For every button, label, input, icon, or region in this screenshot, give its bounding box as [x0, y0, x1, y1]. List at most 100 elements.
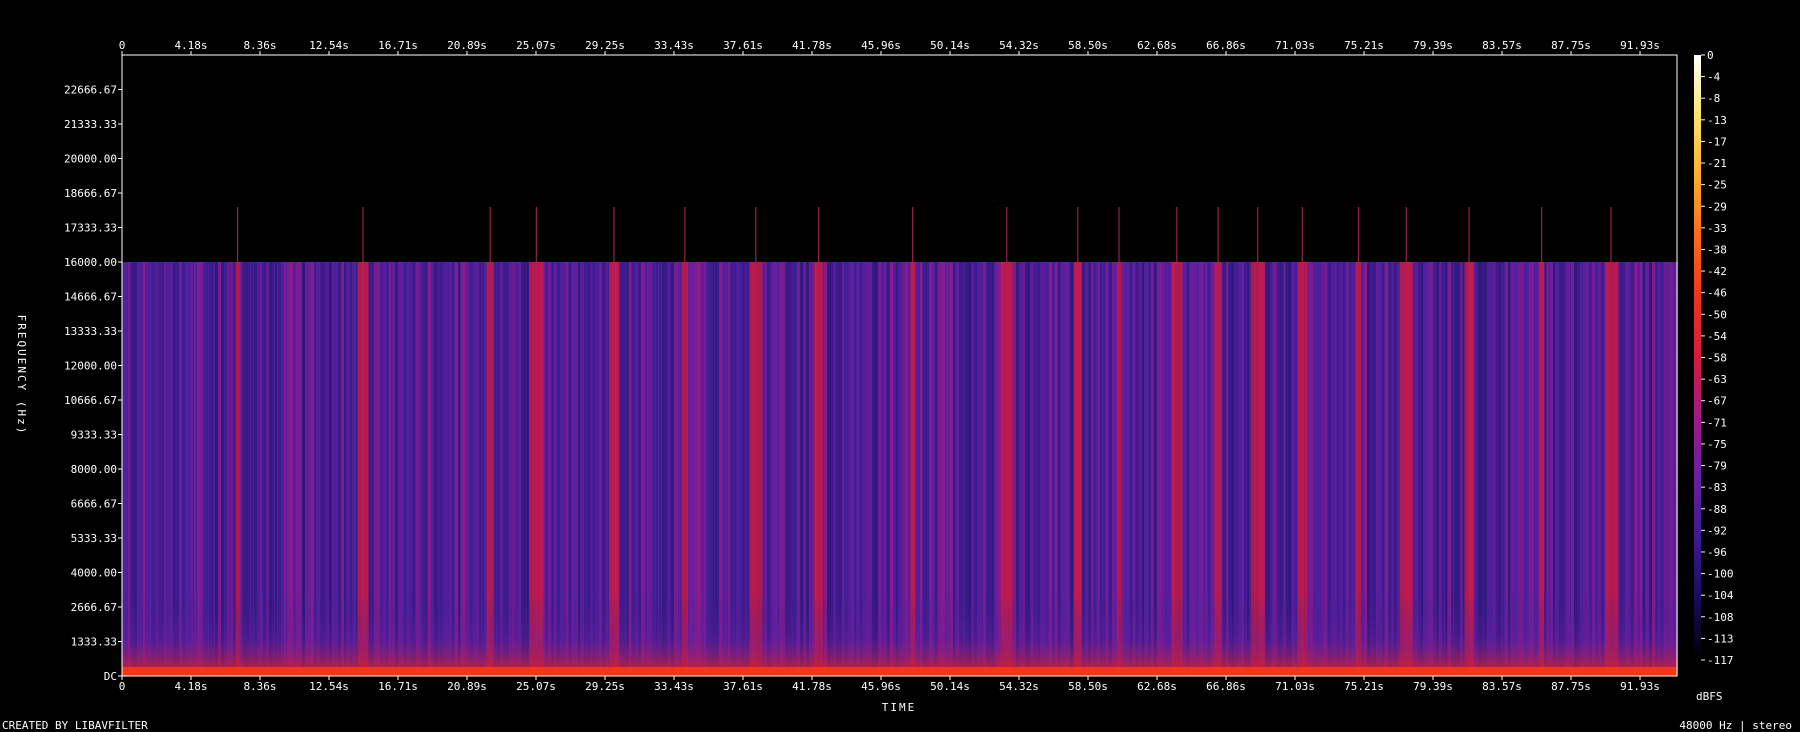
- x-tick-label: 4.18s: [174, 39, 207, 52]
- x-tick-label: 79.39s: [1413, 39, 1453, 52]
- x-tick-label: 83.57s: [1482, 39, 1522, 52]
- x-tick-label: 29.25s: [585, 680, 625, 693]
- colorbar-tick-label: -21: [1707, 157, 1727, 170]
- colorbar-tick-label: -75: [1707, 438, 1727, 451]
- colorbar-tick-label: -4: [1707, 71, 1721, 84]
- x-tick-label: 66.86s: [1206, 680, 1246, 693]
- colorbar-tick-label: -83: [1707, 481, 1727, 494]
- colorbar-tick-label: -54: [1707, 330, 1727, 343]
- colorbar-tick-label: -42: [1707, 265, 1727, 278]
- low-frequency-band: [122, 593, 1677, 676]
- x-tick-label: 41.78s: [792, 39, 832, 52]
- x-tick-label: 0: [119, 680, 126, 693]
- y-tick-label: DC: [104, 670, 117, 683]
- colorbar: 0 -4 -8 -13 -17 -21 -25 -29 -33 -38 -42 -46 -50 -54 -5…: [1694, 49, 1734, 667]
- x-tick-label: 25.07s: [516, 680, 556, 693]
- colorbar-tick-label: -17: [1707, 135, 1727, 148]
- y-tick-label: 2666.67: [71, 601, 117, 614]
- y-tick-label: 8000.00: [71, 463, 117, 476]
- colorbar-tick-label: -79: [1707, 460, 1727, 473]
- x-tick-label: 8.36s: [243, 39, 276, 52]
- x-tick-label: 20.89s: [447, 39, 487, 52]
- colorbar-tick-label: -33: [1707, 222, 1727, 235]
- colorbar-tick-label: -100: [1707, 568, 1734, 581]
- colorbar-tick-label: -8: [1707, 92, 1720, 105]
- colorbar-tick-label: -25: [1707, 179, 1727, 192]
- created-by-text: CREATED BY LIBAVFILTER: [2, 719, 148, 732]
- y-tick-label: 10666.67: [64, 394, 117, 407]
- x-axis-bottom: 0 4.18s 8.36s 12.54s 16.71s 20.89s 25.07s 29.25…: [119, 676, 1660, 693]
- audio-format-text: 48000 Hz | stereo: [1679, 719, 1792, 732]
- colorbar-tick-label: -50: [1707, 308, 1727, 321]
- x-tick-label: 12.54s: [309, 680, 349, 693]
- x-tick-label: 0: [119, 39, 126, 52]
- x-tick-label: 45.96s: [861, 680, 901, 693]
- y-tick-label: 22666.67: [64, 84, 117, 97]
- x-tick-label: 45.96s: [861, 39, 901, 52]
- colorbar-unit-label: dBFS: [1696, 690, 1723, 703]
- x-tick-label: 16.71s: [378, 680, 418, 693]
- colorbar-tick-label: -29: [1707, 200, 1727, 213]
- colorbar-tick-label: -38: [1707, 243, 1727, 256]
- x-tick-label: 91.93s: [1620, 680, 1660, 693]
- colorbar-tick-label: -108: [1707, 611, 1734, 624]
- y-tick-label: 4000.00: [71, 567, 117, 580]
- x-tick-label: 12.54s: [309, 39, 349, 52]
- dc-band: [122, 666, 1677, 676]
- colorbar-tick-label: -63: [1707, 373, 1727, 386]
- x-tick-label: 62.68s: [1137, 680, 1177, 693]
- colorbar-tick-label: -88: [1707, 503, 1727, 516]
- colorbar-tick-label: -58: [1707, 352, 1727, 365]
- x-tick-label: 66.86s: [1206, 39, 1246, 52]
- x-tick-label: 33.43s: [654, 680, 694, 693]
- x-tick-label: 58.50s: [1068, 39, 1108, 52]
- y-tick-label: 1333.33: [71, 636, 117, 649]
- x-tick-label: 91.93s: [1620, 39, 1660, 52]
- spectrogram-chart: 0 4.18s 8.36s 12.54s 16.71s 20.89s 25.07s 29.25…: [15, 39, 1734, 714]
- y-axis: DC 1333.33 2666.67 4000.00 5333.33 6666.67 800…: [64, 84, 122, 683]
- x-tick-label: 87.75s: [1551, 680, 1591, 693]
- colorbar-tick-label: -113: [1707, 632, 1734, 645]
- x-tick-label: 71.03s: [1275, 680, 1315, 693]
- y-tick-label: 21333.33: [64, 118, 117, 131]
- y-tick-label: 9333.33: [71, 429, 117, 442]
- y-tick-label: 20000.00: [64, 153, 117, 166]
- x-tick-label: 71.03s: [1275, 39, 1315, 52]
- x-tick-label: 50.14s: [930, 680, 970, 693]
- x-tick-label: 54.32s: [999, 39, 1039, 52]
- y-tick-label: 14666.67: [64, 291, 117, 304]
- x-tick-label: 50.14s: [930, 39, 970, 52]
- y-axis-label: FREQUENCY (Hz): [15, 315, 28, 436]
- y-tick-label: 12000.00: [64, 360, 117, 373]
- x-axis-label: TIME: [882, 701, 917, 714]
- x-tick-label: 20.89s: [447, 680, 487, 693]
- y-tick-label: 5333.33: [71, 532, 117, 545]
- colorbar-tick-label: -46: [1707, 287, 1727, 300]
- x-tick-label: 54.32s: [999, 680, 1039, 693]
- x-tick-label: 4.18s: [174, 680, 207, 693]
- x-tick-label: 87.75s: [1551, 39, 1591, 52]
- colorbar-tick-label: -96: [1707, 546, 1727, 559]
- colorbar-tick-label: -71: [1707, 416, 1727, 429]
- x-tick-label: 33.43s: [654, 39, 694, 52]
- y-tick-label: 6666.67: [71, 498, 117, 511]
- y-tick-label: 17333.33: [64, 222, 117, 235]
- y-tick-label: 18666.67: [64, 187, 117, 200]
- x-tick-label: 37.61s: [723, 39, 763, 52]
- x-tick-label: 16.71s: [378, 39, 418, 52]
- colorbar-tick-label: -104: [1707, 589, 1734, 602]
- x-tick-label: 79.39s: [1413, 680, 1453, 693]
- colorbar-gradient: [1694, 55, 1701, 660]
- colorbar-tick-label: -92: [1707, 524, 1727, 537]
- x-tick-label: 62.68s: [1137, 39, 1177, 52]
- x-tick-label: 75.21s: [1344, 39, 1384, 52]
- x-tick-label: 25.07s: [516, 39, 556, 52]
- colorbar-tick-label: -13: [1707, 114, 1727, 127]
- colorbar-tick-label: 0: [1707, 49, 1714, 62]
- x-tick-label: 75.21s: [1344, 680, 1384, 693]
- y-tick-label: 13333.33: [64, 325, 117, 338]
- x-axis-top: 0 4.18s 8.36s 12.54s 16.71s 20.89s 25.07s 29.25…: [119, 39, 1660, 55]
- x-tick-label: 83.57s: [1482, 680, 1522, 693]
- y-tick-label: 16000.00: [64, 256, 117, 269]
- x-tick-label: 29.25s: [585, 39, 625, 52]
